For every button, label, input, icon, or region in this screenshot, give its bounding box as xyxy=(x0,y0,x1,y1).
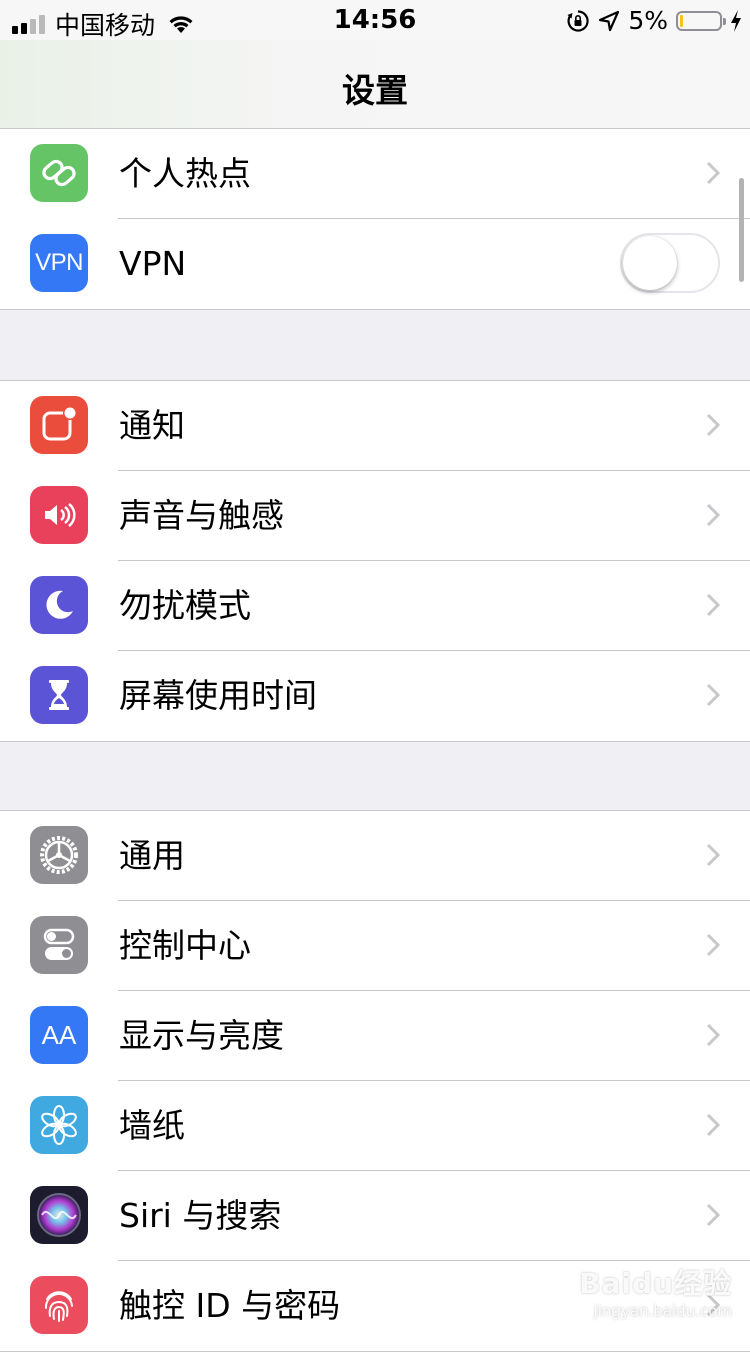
chevron-right-icon xyxy=(706,413,720,437)
settings-row-do-not-disturb[interactable]: 勿扰模式 xyxy=(0,561,750,651)
display-brightness-icon: AA xyxy=(30,1006,88,1064)
scroll-indicator[interactable] xyxy=(739,178,744,282)
gear-icon xyxy=(30,826,88,884)
siri-icon xyxy=(30,1186,88,1244)
settings-row-vpn: VPN VPN xyxy=(0,219,750,309)
settings-row-label: 声音与触感 xyxy=(119,496,284,535)
settings-row-siri-search[interactable]: Siri 与搜索 xyxy=(0,1171,750,1261)
vpn-toggle[interactable] xyxy=(620,233,720,293)
baidu-watermark: Baidu经验 jingyan.baidu.com xyxy=(579,1262,732,1320)
chevron-right-icon xyxy=(706,933,720,957)
settings-row-general[interactable]: 通用 xyxy=(0,811,750,901)
settings-row-sounds[interactable]: 声音与触感 xyxy=(0,471,750,561)
sounds-icon xyxy=(30,486,88,544)
watermark-line-1: Baidu经验 xyxy=(579,1267,732,1300)
vpn-icon-text: VPN xyxy=(35,249,83,276)
settings-row-notifications[interactable]: 通知 xyxy=(0,381,750,471)
battery-icon xyxy=(676,10,726,31)
vpn-icon: VPN xyxy=(30,234,88,292)
settings-row-screen-time[interactable]: 屏幕使用时间 xyxy=(0,651,750,741)
chevron-right-icon xyxy=(706,1113,720,1137)
chevron-right-icon xyxy=(706,843,720,867)
chevron-right-icon xyxy=(706,161,720,185)
orientation-lock-icon xyxy=(567,9,589,32)
moon-icon xyxy=(30,576,88,634)
notifications-icon xyxy=(30,396,88,454)
chevron-right-icon xyxy=(706,593,720,617)
watermark-line-2: jingyan.baidu.com xyxy=(593,1302,732,1320)
settings-row-label: 个人热点 xyxy=(119,154,251,193)
settings-row-label: 触控 ID 与密码 xyxy=(119,1286,341,1325)
settings-row-label: 控制中心 xyxy=(119,926,251,965)
settings-row-label: Siri 与搜索 xyxy=(119,1196,282,1235)
settings-group-network: 个人热点 VPN VPN xyxy=(0,128,750,310)
fingerprint-icon xyxy=(30,1276,88,1334)
settings-row-display-brightness[interactable]: AA 显示与亮度 xyxy=(0,991,750,1081)
navigation-bar: 设置 xyxy=(0,40,750,129)
page-title: 设置 xyxy=(342,71,408,110)
wallpaper-flower-icon xyxy=(30,1096,88,1154)
settings-row-label: 屏幕使用时间 xyxy=(119,676,317,715)
settings-row-personal-hotspot[interactable]: 个人热点 xyxy=(0,129,750,219)
location-arrow-icon xyxy=(599,10,620,31)
hourglass-icon xyxy=(30,666,88,724)
settings-row-label: 显示与亮度 xyxy=(119,1016,284,1055)
settings-group-notifications: 通知 声音与触感 勿扰模式 屏幕使用时间 xyxy=(0,380,750,742)
chevron-right-icon xyxy=(706,1203,720,1227)
settings-row-label: 通知 xyxy=(119,406,185,445)
settings-row-label: 通用 xyxy=(119,836,185,875)
chevron-right-icon xyxy=(706,1023,720,1047)
settings-row-wallpaper[interactable]: 墙纸 xyxy=(0,1081,750,1171)
battery-percentage: 5% xyxy=(628,6,668,35)
chevron-right-icon xyxy=(706,503,720,527)
settings-row-label: 勿扰模式 xyxy=(119,586,251,625)
charging-bolt-icon xyxy=(731,9,741,32)
personal-hotspot-icon xyxy=(30,144,88,202)
settings-row-control-center[interactable]: 控制中心 xyxy=(0,901,750,991)
settings-row-label: 墙纸 xyxy=(119,1106,185,1145)
chevron-right-icon xyxy=(706,683,720,707)
control-center-icon xyxy=(30,916,88,974)
settings-row-label: VPN xyxy=(119,244,187,283)
status-bar: 中国移动 14:56 5% xyxy=(0,0,750,40)
display-icon-text: AA xyxy=(41,1019,77,1050)
